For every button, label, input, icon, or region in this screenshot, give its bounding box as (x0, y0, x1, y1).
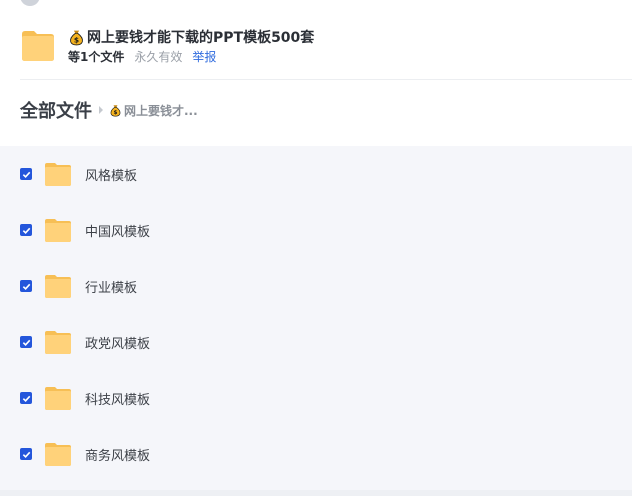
checkmark-icon (22, 395, 30, 402)
file-name[interactable]: 中国风模板 (85, 221, 150, 240)
breadcrumb-separator-icon (99, 106, 103, 114)
file-name[interactable]: 风格模板 (85, 165, 137, 184)
folder-icon (45, 387, 71, 410)
file-name[interactable]: 政党风模板 (85, 333, 150, 352)
breadcrumb-current[interactable]: $ 网上要钱才... (109, 102, 198, 119)
file-checkbox[interactable] (20, 336, 32, 348)
checkmark-icon (22, 171, 30, 178)
checkmark-icon (22, 283, 30, 290)
svg-text:$: $ (74, 35, 79, 44)
validity-text: 永久有效 (134, 50, 183, 64)
file-checkbox[interactable] (20, 448, 32, 460)
file-name[interactable]: 行业模板 (85, 277, 137, 296)
folder-icon (45, 219, 71, 242)
breadcrumb-root[interactable]: 全部文件 (20, 97, 92, 123)
checkmark-icon (22, 227, 30, 234)
file-checkbox[interactable] (20, 392, 32, 404)
file-list: 风格模板 中国风模板 行业模板 政党风模板 科技风模板 商务风模板 (0, 146, 632, 490)
checkmark-icon (22, 451, 30, 458)
breadcrumb: 全部文件 $ 网上要钱才... (20, 98, 198, 122)
folder-icon (45, 443, 71, 466)
breadcrumb-current-label: 网上要钱才... (124, 103, 198, 118)
share-title: $ 网上要钱才能下载的PPT模板500套 (68, 27, 314, 47)
folder-icon (45, 275, 71, 298)
share-header: $ 网上要钱才能下载的PPT模板500套 等1个文件 永久有效 举报 (20, 24, 620, 68)
folder-icon (45, 163, 71, 186)
file-count: 等1个文件 (68, 50, 125, 64)
folder-icon (22, 31, 54, 61)
list-item[interactable]: 政党风模板 (0, 314, 632, 370)
avatar (20, 0, 40, 6)
file-checkbox[interactable] (20, 280, 32, 292)
svg-text:$: $ (114, 110, 118, 116)
list-item[interactable]: 商务风模板 (0, 426, 632, 482)
file-checkbox[interactable] (20, 168, 32, 180)
file-name[interactable]: 科技风模板 (85, 389, 150, 408)
money-bag-icon: $ (110, 104, 121, 117)
list-item[interactable]: 行业模板 (0, 258, 632, 314)
file-checkbox[interactable] (20, 224, 32, 236)
checkmark-icon (22, 339, 30, 346)
folder-icon (45, 331, 71, 354)
divider (20, 79, 632, 80)
share-title-text: 网上要钱才能下载的PPT模板500套 (87, 30, 315, 46)
file-name[interactable]: 商务风模板 (85, 445, 150, 464)
list-item[interactable]: 风格模板 (0, 146, 632, 202)
report-link[interactable]: 举报 (192, 48, 216, 65)
list-item[interactable]: 中国风模板 (0, 202, 632, 258)
footer-divider (0, 490, 632, 496)
list-item[interactable]: 科技风模板 (0, 370, 632, 426)
share-meta: 等1个文件 永久有效 举报 (68, 48, 216, 65)
money-bag-icon: $ (70, 30, 83, 45)
